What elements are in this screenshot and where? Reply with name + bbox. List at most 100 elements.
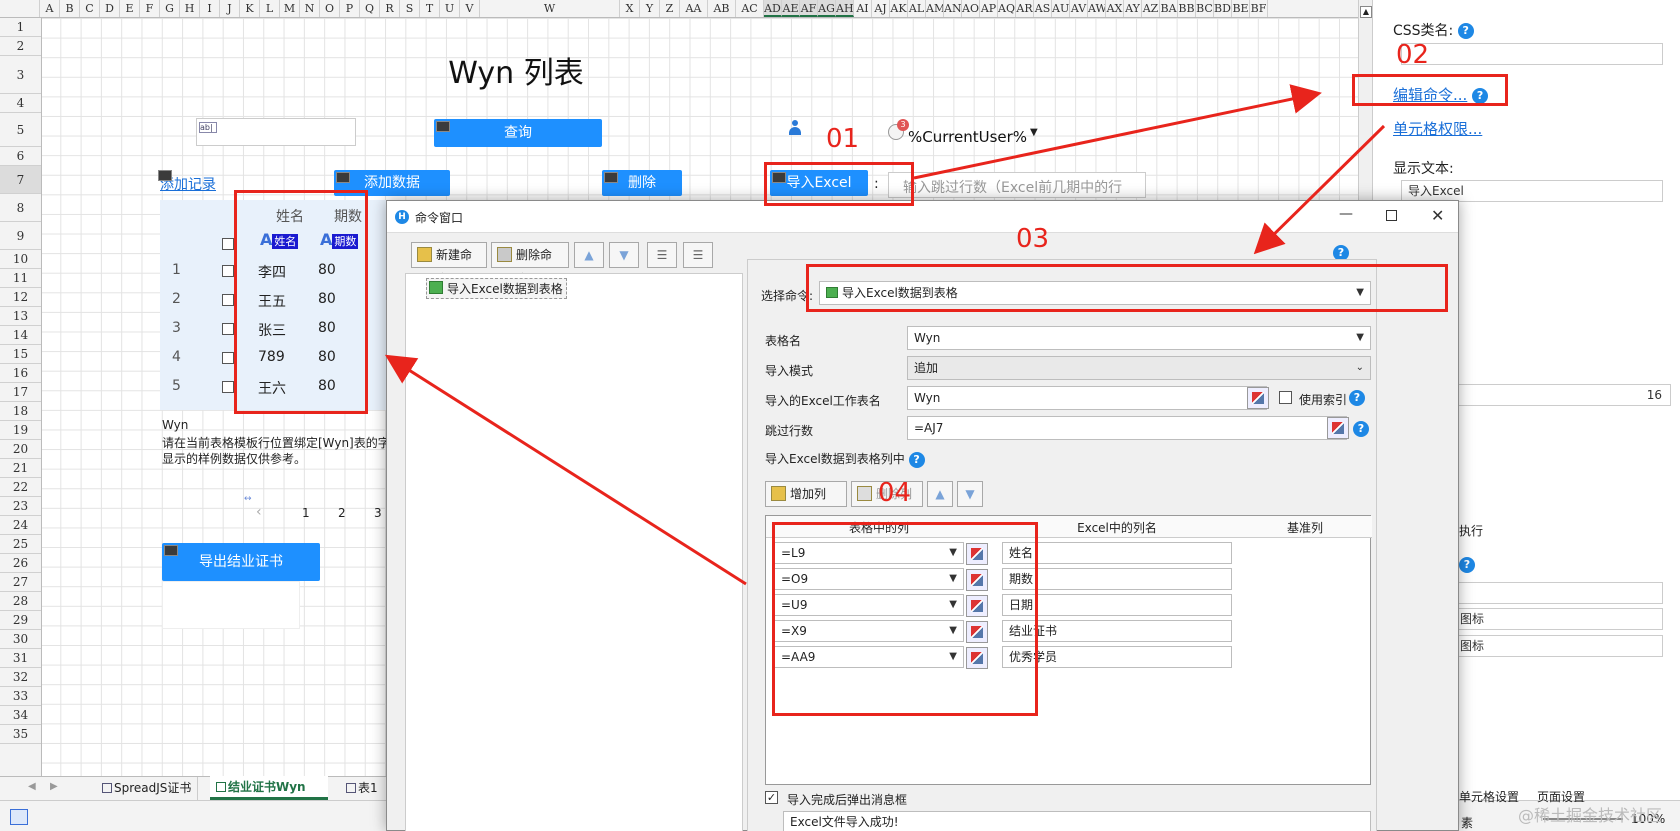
popup-checkbox[interactable]: ✓ [765, 791, 778, 804]
query-button[interactable]: 查询 [434, 119, 602, 147]
column-header[interactable]: AI [854, 0, 872, 17]
column-header[interactable]: AJ [872, 0, 890, 17]
row-header[interactable]: 17 [0, 383, 41, 402]
pager-page-3[interactable]: 3 [374, 506, 382, 520]
add-record-link[interactable]: 添加记录 [158, 170, 216, 194]
row-header[interactable]: 15 [0, 345, 41, 364]
column-header[interactable]: R [380, 0, 400, 17]
row-header[interactable]: 21 [0, 459, 41, 478]
row-header[interactable]: 19 [0, 421, 41, 440]
row-header[interactable]: 34 [0, 706, 41, 725]
column-header[interactable]: E [120, 0, 140, 17]
column-header[interactable]: BD [1214, 0, 1232, 17]
row-header[interactable]: 5 [0, 113, 41, 147]
row-header[interactable]: 7 [0, 166, 41, 194]
column-header[interactable]: AP [980, 0, 998, 17]
row-header[interactable]: 13 [0, 307, 41, 326]
column-header[interactable]: AU [1052, 0, 1070, 17]
row-header[interactable]: 27 [0, 573, 41, 592]
row-header[interactable]: 24 [0, 516, 41, 535]
icon-setting-2[interactable]: 图标 [1453, 635, 1663, 657]
column-header[interactable]: AG [818, 0, 836, 17]
sheet-name-input[interactable]: Wyn [907, 386, 1267, 410]
column-header[interactable]: B [60, 0, 80, 17]
css-class-input[interactable] [1401, 43, 1663, 65]
column-header[interactable]: C [80, 0, 100, 17]
row-header[interactable]: 20 [0, 440, 41, 459]
column-header[interactable]: BF [1250, 0, 1268, 17]
tab-cell-settings[interactable]: 单元格设置 [1459, 788, 1519, 805]
column-header[interactable]: BE [1232, 0, 1250, 17]
row-header[interactable]: 33 [0, 687, 41, 706]
maximize-icon[interactable] [1386, 210, 1397, 221]
column-header[interactable]: T [420, 0, 440, 17]
column-header[interactable]: H [180, 0, 200, 17]
column-header[interactable]: AR [1016, 0, 1034, 17]
row-header[interactable]: 35 [0, 725, 41, 744]
move-down-button[interactable]: ▼ [609, 242, 639, 268]
column-header[interactable]: P [340, 0, 360, 17]
column-header[interactable]: AM [926, 0, 944, 17]
formula-picker-icon[interactable] [1247, 387, 1269, 409]
row-header[interactable]: 2 [0, 37, 41, 56]
row-header[interactable]: 16 [0, 364, 41, 383]
column-header[interactable]: X [620, 0, 640, 17]
help-icon[interactable]: ? [1457, 23, 1474, 39]
row-checkbox[interactable] [222, 265, 234, 277]
row-header[interactable]: 12 [0, 288, 41, 307]
row-checkbox[interactable] [222, 381, 234, 393]
column-header[interactable]: V [460, 0, 480, 17]
outdent-button[interactable]: ☰ [683, 242, 713, 268]
tab-wyn[interactable]: 结业证书Wyn [210, 776, 328, 800]
formula-picker-icon[interactable] [1327, 417, 1349, 439]
column-header[interactable]: M [280, 0, 300, 17]
indent-button[interactable]: ☰ [647, 242, 677, 268]
display-text-input[interactable]: 导入Excel [1401, 180, 1663, 202]
minimize-icon[interactable]: — [1339, 206, 1353, 222]
export-certificate-button[interactable]: 导出结业证书 [162, 543, 320, 581]
select-all-checkbox[interactable] [222, 238, 234, 250]
tree-item[interactable]: 导入Excel数据到表格 [426, 278, 567, 299]
column-header[interactable]: AV [1070, 0, 1088, 17]
column-header[interactable]: W [480, 0, 620, 17]
row-header[interactable]: 22 [0, 478, 41, 497]
column-header[interactable]: AO [962, 0, 980, 17]
column-header[interactable]: N [300, 0, 320, 17]
column-header[interactable]: AB [708, 0, 736, 17]
column-header[interactable]: Z [660, 0, 680, 17]
row-header[interactable]: 3 [0, 56, 41, 94]
blank-input[interactable] [1453, 582, 1663, 604]
help-icon[interactable]: ? [908, 451, 925, 468]
column-header[interactable]: S [400, 0, 420, 17]
row-checkbox[interactable] [222, 294, 234, 306]
use-index-checkbox[interactable] [1279, 391, 1292, 404]
row-header[interactable]: 31 [0, 649, 41, 668]
column-header[interactable]: K [240, 0, 260, 17]
column-header[interactable]: AA [680, 0, 708, 17]
tab-spreadjs[interactable]: SpreadJS证书 [98, 777, 198, 800]
delete-button[interactable]: 删除 [602, 170, 682, 196]
column-header[interactable]: AN [944, 0, 962, 17]
row-header[interactable]: 4 [0, 94, 41, 113]
column-header[interactable]: L [260, 0, 280, 17]
column-header[interactable]: G [160, 0, 180, 17]
row-header[interactable]: 28 [0, 592, 41, 611]
row-header[interactable]: 18 [0, 402, 41, 421]
column-header[interactable]: J [220, 0, 240, 17]
row-header[interactable]: 1 [0, 18, 41, 37]
column-down-button[interactable]: ▼ [957, 481, 983, 507]
pager-page-1[interactable]: 1 [302, 506, 310, 520]
column-header[interactable]: AZ [1142, 0, 1160, 17]
mode-dropdown[interactable]: 追加 ⌄ [907, 356, 1371, 380]
row-header[interactable]: 26 [0, 554, 41, 573]
icon-setting-1[interactable]: 图标 [1453, 608, 1663, 630]
skip-rows-value-input[interactable]: =AJ7 [907, 416, 1347, 440]
row-header[interactable]: 29 [0, 611, 41, 630]
close-icon[interactable]: ✕ [1431, 206, 1444, 225]
column-header[interactable]: A [40, 0, 60, 17]
row-header[interactable]: 25 [0, 535, 41, 554]
column-header[interactable]: AD [764, 0, 782, 17]
help-icon[interactable]: ? [1349, 390, 1365, 406]
column-header[interactable]: BA [1160, 0, 1178, 17]
row-header[interactable]: 8 [0, 194, 41, 222]
